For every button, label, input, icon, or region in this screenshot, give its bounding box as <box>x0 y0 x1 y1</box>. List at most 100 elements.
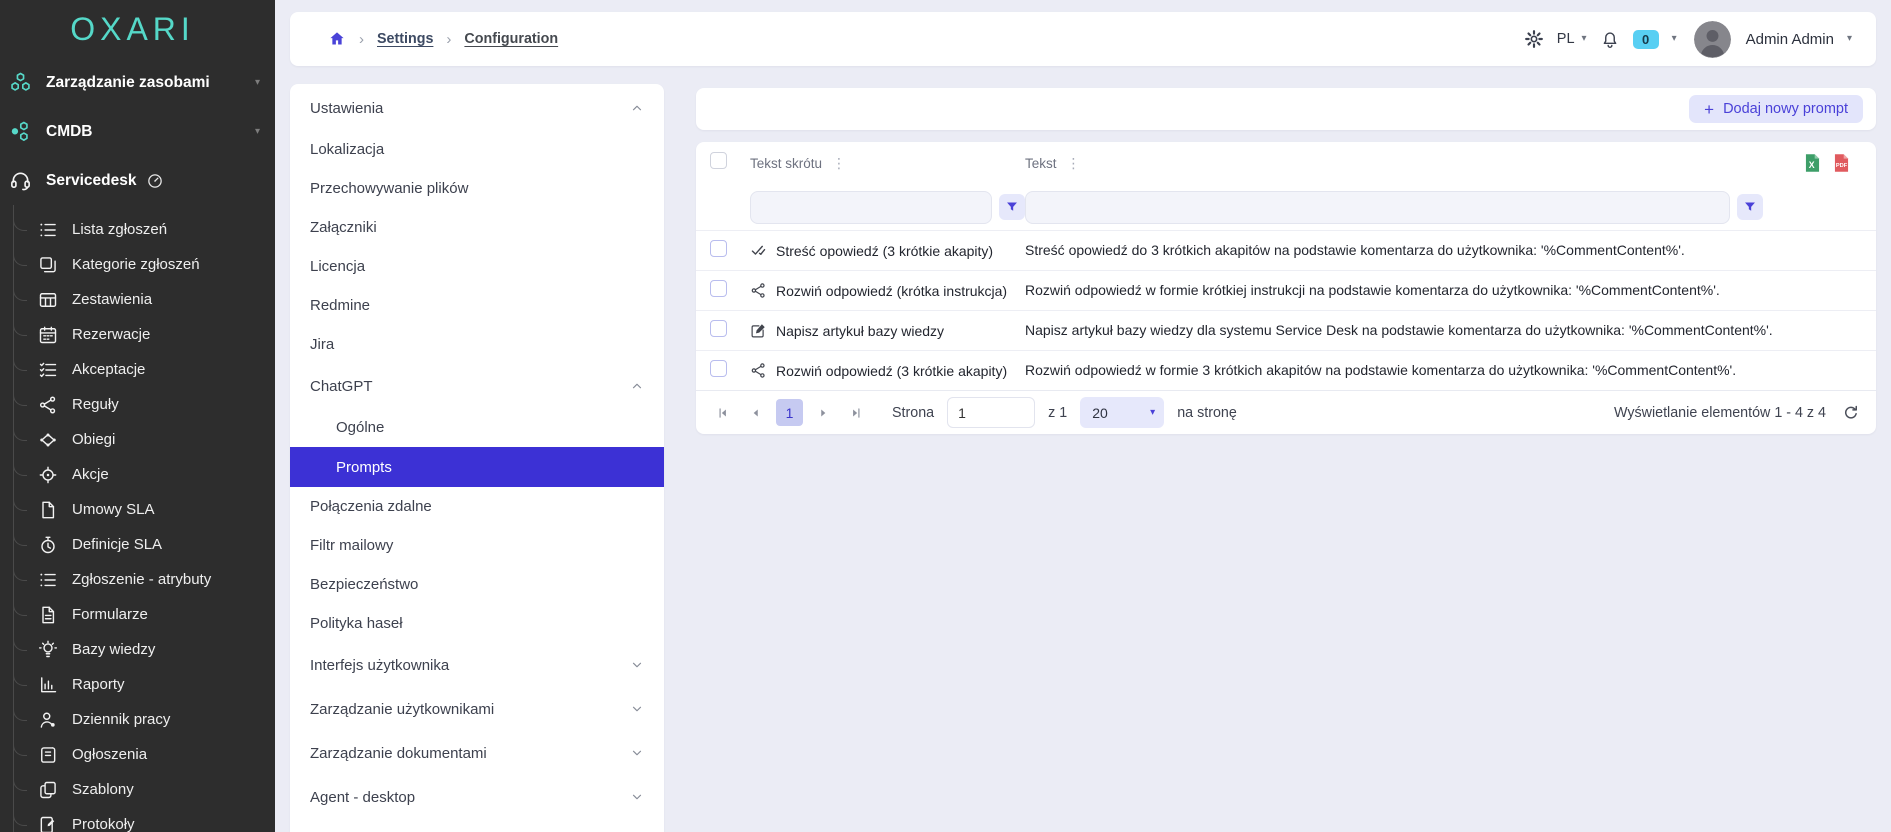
sidebar-item-label: Szablony <box>72 781 134 798</box>
export-excel-icon[interactable]: X <box>1802 152 1823 174</box>
sidebar-item-rezerwacje[interactable]: Rezerwacje <box>14 317 275 352</box>
home-icon[interactable] <box>328 30 346 48</box>
per-page-label: na stronę <box>1177 405 1237 421</box>
settings-nav-item-polaczenia-zdalne[interactable]: Połączenia zdalne <box>290 487 664 526</box>
table-row[interactable]: Rozwiń odpowiedź (krótka instrukcja)Rozw… <box>696 270 1876 310</box>
settings-nav-item-przechowywanie-plikow[interactable]: Przechowywanie plików <box>290 169 664 208</box>
settings-nav-item-interfejs-uzytkownika[interactable]: Interfejs użytkownika <box>290 643 664 687</box>
avatar[interactable] <box>1694 21 1731 58</box>
svg-text:PDF: PDF <box>1836 163 1848 169</box>
page-size-value: 20 <box>1092 405 1108 421</box>
last-page-button[interactable] <box>843 400 869 426</box>
refresh-icon[interactable] <box>1842 404 1860 422</box>
sidebar-item-cmdb[interactable]: CMDB▾ <box>0 107 275 156</box>
filter-button[interactable] <box>1737 194 1763 220</box>
breadcrumb-configuration[interactable]: Configuration <box>464 31 558 47</box>
filter-input-tekst-skrotu[interactable] <box>750 191 992 224</box>
previous-page-button[interactable] <box>743 400 769 426</box>
sidebar-item-label: Reguły <box>72 396 119 413</box>
sidebar-item-obiegi[interactable]: Obiegi <box>14 422 275 457</box>
workflow-icon <box>38 430 58 450</box>
sidebar-item-reguly[interactable]: Reguły <box>14 387 275 422</box>
export-pdf-icon[interactable]: PDF <box>1831 152 1852 174</box>
row-checkbox[interactable] <box>710 320 727 337</box>
first-page-button[interactable] <box>710 400 736 426</box>
settings-nav-item-zalaczniki[interactable]: Załączniki <box>290 208 664 247</box>
filter-button[interactable] <box>999 194 1025 220</box>
hexagons-icon <box>9 71 32 94</box>
sidebar-item-definicje-sla[interactable]: Definicje SLA <box>14 527 275 562</box>
sidebar-item-szablony[interactable]: Szablony <box>14 772 275 807</box>
caret-down-icon[interactable]: ▾ <box>1672 34 1677 44</box>
language-selector[interactable]: PL ▾ <box>1557 31 1587 47</box>
form-icon <box>38 605 58 625</box>
list-icon <box>38 570 58 590</box>
sidebar-item-protokoly[interactable]: Protokoły <box>14 807 275 832</box>
sidebar-item-raporty[interactable]: Raporty <box>14 667 275 702</box>
settings-nav-item-prompts[interactable]: Prompts <box>290 447 664 487</box>
row-checkbox[interactable] <box>710 280 727 297</box>
column-label[interactable]: Tekst <box>1025 156 1057 171</box>
settings-nav-item-zarzadzanie-dokumentami[interactable]: Zarządzanie dokumentami <box>290 731 664 775</box>
table-row[interactable]: Napisz artykuł bazy wiedzyNapisz artykuł… <box>696 310 1876 350</box>
row-shortcut-text: Streść opowiedź (3 krótkie akapity) <box>776 243 993 259</box>
page-number-input[interactable] <box>947 397 1035 428</box>
settings-nav-item-bezpieczenstwo[interactable]: Bezpieczeństwo <box>290 565 664 604</box>
row-checkbox[interactable] <box>710 240 727 257</box>
gear-icon[interactable] <box>1524 29 1544 49</box>
column-menu-icon[interactable]: ⋮ <box>832 156 846 170</box>
column-menu-icon[interactable]: ⋮ <box>1067 156 1081 170</box>
sidebar-item-akceptacje[interactable]: Akceptacje <box>14 352 275 387</box>
column-label[interactable]: Tekst skrótu <box>750 156 822 171</box>
sidebar-item-dziennik-pracy[interactable]: Dziennik pracy <box>14 702 275 737</box>
settings-nav-item-polityka-hasel[interactable]: Polityka haseł <box>290 604 664 643</box>
column-header-tekst-skrotu: Tekst skrótu ⋮ <box>750 156 1025 171</box>
top-bar: › Settings › Configuration PL ▾ 0 ▾ Admi… <box>290 12 1876 66</box>
filter-input-tekst[interactable] <box>1025 191 1730 224</box>
user-name[interactable]: Admin Admin <box>1746 31 1834 48</box>
settings-nav-item-chatgpt[interactable]: ChatGPT <box>290 364 664 408</box>
settings-nav-item-agent-desktop[interactable]: Agent - desktop <box>290 775 664 819</box>
add-prompt-button[interactable]: + Dodaj nowy prompt <box>1689 95 1863 123</box>
sidebar-item-akcje[interactable]: Akcje <box>14 457 275 492</box>
settings-nav-item-licencja[interactable]: Licencja <box>290 247 664 286</box>
sidebar-item-ogloszenia[interactable]: Ogłoszenia <box>14 737 275 772</box>
svg-text:X: X <box>1809 160 1815 170</box>
row-text: Napisz artykuł bazy wiedzy dla systemu S… <box>1025 322 1773 338</box>
notification-badge[interactable]: 0 <box>1633 30 1659 49</box>
gauge-icon <box>146 172 164 190</box>
sidebar-item-label: Zarządzanie zasobami <box>46 74 210 92</box>
settings-nav-item-ustawienia[interactable]: Ustawienia <box>290 86 664 130</box>
sidebar-item-lista-zgloszen[interactable]: Lista zgłoszeń <box>14 212 275 247</box>
select-all-checkbox[interactable] <box>710 152 727 169</box>
next-page-button[interactable] <box>810 400 836 426</box>
settings-nav-item-ogolne[interactable]: Ogólne <box>290 408 664 447</box>
table-row[interactable]: Rozwiń odpowiedź (3 krótkie akapity)Rozw… <box>696 350 1876 390</box>
sidebar-item-label: Umowy SLA <box>72 501 155 518</box>
settings-nav-item-redmine[interactable]: Redmine <box>290 286 664 325</box>
settings-nav-item-zarzadzanie-uzytkownikami[interactable]: Zarządzanie użytkownikami <box>290 687 664 731</box>
sidebar-item-umowy-sla[interactable]: Umowy SLA <box>14 492 275 527</box>
settings-nav-item-label: Ogólne <box>336 419 384 436</box>
caret-down-icon[interactable]: ▾ <box>1847 34 1852 44</box>
settings-nav-item-lokalizacja[interactable]: Lokalizacja <box>290 130 664 169</box>
settings-nav-item-jira[interactable]: Jira <box>290 325 664 364</box>
sidebar-item-zestawienia[interactable]: Zestawienia <box>14 282 275 317</box>
sidebar-item-formularze[interactable]: Formularze <box>14 597 275 632</box>
sidebar-item-kategorie-zgloszen[interactable]: Kategorie zgłoszeń <box>14 247 275 282</box>
bell-icon[interactable] <box>1600 29 1620 49</box>
sidebar-item-zgloszenie-atrybuty[interactable]: Zgłoszenie - atrybuty <box>14 562 275 597</box>
breadcrumb-settings[interactable]: Settings <box>377 31 433 47</box>
row-checkbox[interactable] <box>710 360 727 377</box>
sidebar-item-bazy-wiedzy[interactable]: Bazy wiedzy <box>14 632 275 667</box>
current-page-button[interactable]: 1 <box>776 399 803 426</box>
sidebar-item-label: Dziennik pracy <box>72 711 170 728</box>
funnel-icon <box>1005 200 1019 214</box>
sidebar-item-zarzadzanie-zasobami[interactable]: Zarządzanie zasobami▾ <box>0 58 275 107</box>
settings-nav-item-filtr-mailowy[interactable]: Filtr mailowy <box>290 526 664 565</box>
sidebar-item-label: Akcje <box>72 466 109 483</box>
target-icon <box>38 465 58 485</box>
page-size-select[interactable]: 20 ▾ <box>1080 397 1164 428</box>
table-row[interactable]: Streść opowiedź (3 krótkie akapity)Streś… <box>696 230 1876 270</box>
sidebar-item-servicedesk[interactable]: Servicedesk <box>0 156 275 205</box>
